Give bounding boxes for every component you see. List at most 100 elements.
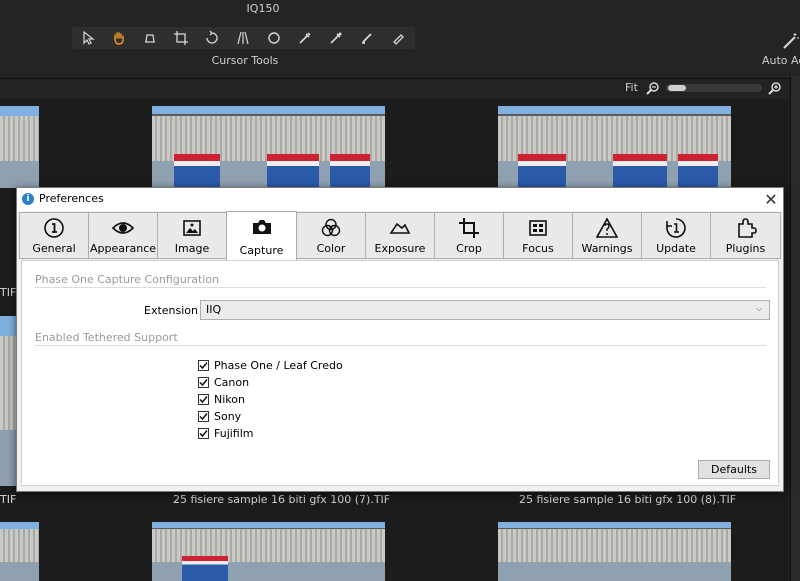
tab-update[interactable]: Update (641, 212, 711, 259)
checkbox-label: Fujifilm (214, 426, 254, 440)
checkbox-label: Nikon (214, 392, 245, 406)
pan-hand-tool-icon[interactable] (103, 27, 134, 49)
tab-capture[interactable]: Capture (226, 211, 297, 260)
tab-image[interactable]: Image (157, 212, 227, 259)
tab-label: Warnings (581, 242, 633, 255)
extension-label: Extension (144, 304, 199, 317)
tab-appearance[interactable]: Appearance (88, 212, 158, 259)
cursor-tools-strip (72, 27, 415, 49)
camera-title: IQ150 (246, 2, 280, 15)
section-divider (35, 345, 766, 346)
thumbnail-image[interactable] (498, 106, 731, 188)
dialog-title: Preferences (39, 192, 104, 205)
tab-label: Crop (456, 242, 482, 255)
checkmark-icon (199, 395, 208, 403)
chevron-down-icon[interactable]: ⌵ (756, 304, 762, 314)
extension-select[interactable]: IIQ (200, 300, 770, 320)
crop-tool-icon[interactable] (165, 27, 196, 49)
exposure-icon (389, 222, 411, 234)
white-balance-picker-tool-icon[interactable] (320, 27, 351, 49)
tab-label: Exposure (374, 242, 426, 255)
spot-removal-tool-icon[interactable] (258, 27, 289, 49)
thumbnail-image[interactable] (0, 106, 39, 188)
eye-icon (112, 222, 134, 234)
thumbnail-caption: TIF (0, 493, 17, 506)
focus-icon (529, 220, 547, 236)
tab-exposure[interactable]: Exposure (365, 212, 435, 259)
thumbnail-caption: 25 fisiere sample 16 biti gfx 100 (8).TI… (519, 493, 737, 506)
puzzle-icon (737, 218, 757, 238)
tab-label: Color (316, 242, 346, 255)
tab-focus[interactable]: Focus (503, 212, 573, 259)
checkbox-box[interactable] (198, 410, 209, 422)
zoom-in-icon[interactable] (768, 81, 782, 95)
zoom-slider-handle[interactable] (668, 85, 686, 91)
capture-settings-panel: Phase One Capture Configuration Extensio… (21, 260, 779, 486)
checkbox-box[interactable] (198, 393, 209, 405)
keystone-tool-icon[interactable] (227, 27, 258, 49)
close-button[interactable]: ✕ (759, 188, 783, 210)
color-picker-tool-icon[interactable] (289, 27, 320, 49)
brush-tool-icon[interactable] (351, 27, 382, 49)
checkbox-phase-one-leaf-credo[interactable]: Phase One / Leaf Credo (198, 358, 343, 372)
tab-crop[interactable]: Crop (434, 212, 504, 259)
checkmark-icon (199, 429, 208, 437)
checkmark-icon (199, 378, 208, 386)
checkbox-label: Canon (214, 375, 250, 389)
tab-label: Image (174, 242, 210, 255)
update-icon (666, 218, 686, 238)
fit-label[interactable]: Fit (625, 81, 638, 94)
preferences-dialog: i Preferences ✕ General Appearance Image… (16, 187, 784, 492)
preferences-tab-bar: General Appearance Image Capture Color E… (17, 211, 783, 260)
right-side-panel (790, 76, 800, 581)
image-icon (183, 220, 201, 236)
checkmark-icon (199, 361, 208, 369)
auto-adjust-label[interactable]: Auto Ad (762, 54, 800, 67)
checkbox-label: Sony (214, 409, 242, 423)
tab-plugins[interactable]: Plugins (710, 212, 781, 259)
crop-icon (459, 218, 479, 238)
checkbox-canon[interactable]: Canon (198, 375, 249, 389)
checkbox-nikon[interactable]: Nikon (198, 392, 245, 406)
camera-icon (252, 220, 271, 234)
checkbox-sony[interactable]: Sony (198, 409, 241, 423)
thumbnail-image[interactable] (152, 522, 385, 581)
tab-label: Update (656, 242, 696, 255)
checkbox-box[interactable] (198, 427, 209, 439)
magic-wand-icon[interactable] (781, 32, 799, 50)
dialog-title-bar (17, 188, 783, 211)
cursor-tools-label: Cursor Tools (211, 54, 279, 67)
checkmark-icon (199, 412, 208, 420)
tab-label: Focus (522, 242, 554, 255)
tab-label: Plugins (725, 242, 766, 255)
thumbnail-image[interactable] (152, 106, 385, 188)
tab-label: Appearance (89, 242, 157, 255)
info-circle-icon (44, 218, 64, 238)
select-tool-icon[interactable] (72, 27, 103, 49)
section-heading: Enabled Tethered Support (35, 331, 178, 344)
defaults-button[interactable]: Defaults (698, 460, 770, 479)
warning-icon (596, 217, 618, 238)
thumbnail-caption: TIF (0, 286, 17, 299)
rotate-tool-icon[interactable] (196, 27, 227, 49)
info-icon: i (22, 193, 34, 205)
color-circles-icon (321, 218, 341, 237)
tab-label: General (32, 242, 76, 255)
tab-general[interactable]: General (19, 212, 89, 259)
loupe-tool-icon[interactable] (134, 27, 165, 49)
thumbnail-caption: 25 fisiere sample 16 biti gfx 100 (7).TI… (173, 493, 391, 506)
tab-warnings[interactable]: Warnings (572, 212, 642, 259)
thumbnail-image[interactable] (498, 522, 731, 581)
tab-label: Capture (239, 244, 284, 257)
thumbnail-image[interactable] (0, 522, 39, 581)
section-divider (35, 287, 766, 288)
checkbox-label: Phase One / Leaf Credo (214, 358, 343, 372)
thumbnail-image[interactable] (0, 316, 16, 486)
checkbox-box[interactable] (198, 359, 209, 371)
tab-color[interactable]: Color (296, 212, 366, 259)
eraser-tool-icon[interactable] (382, 27, 413, 49)
zoom-out-icon[interactable] (646, 81, 660, 95)
checkbox-box[interactable] (198, 376, 209, 388)
checkbox-fujifilm[interactable]: Fujifilm (198, 426, 254, 440)
section-heading: Phase One Capture Configuration (35, 273, 220, 286)
